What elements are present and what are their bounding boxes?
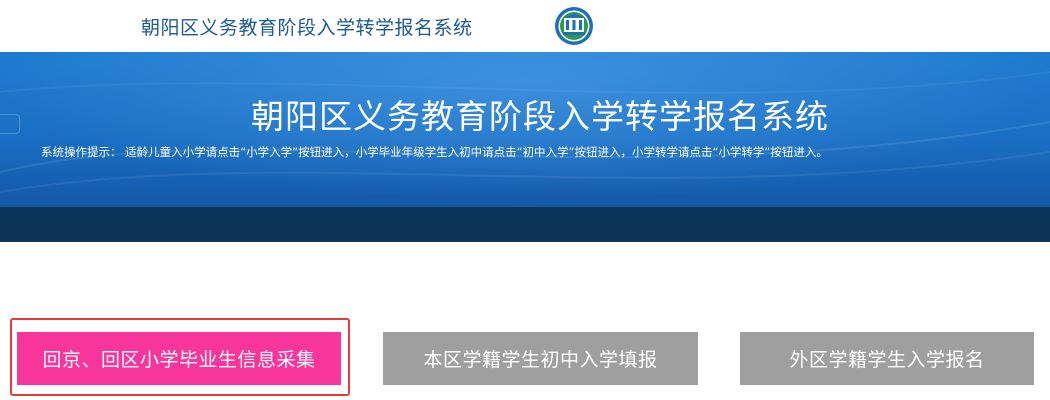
hero-banner: 朝阳区义务教育阶段入学转学报名系统 系统操作提示： 适龄儿童入小学请点击“小学入… [0,52,1050,242]
banner-title: 朝阳区义务教育阶段入学转学报名系统 [251,97,829,136]
top-header: 朝阳区义务教育阶段入学转学报名系统 [0,0,1050,52]
operation-hint: 系统操作提示： 适龄儿童入小学请点击“小学入学”按钮进入，小学毕业年级学生入初中… [41,145,828,159]
banner-bottom-band [0,207,1050,242]
education-emblem-icon [555,7,593,45]
site-title: 朝阳区义务教育阶段入学转学报名系统 [141,17,473,39]
external-student-enrollment-button[interactable]: 外区学籍学生入学报名 [740,332,1034,385]
returnee-info-collection-button[interactable]: 回京、回区小学毕业生信息采集 [17,332,341,385]
local-junior-enrollment-button[interactable]: 本区学籍学生初中入学填报 [383,332,698,385]
